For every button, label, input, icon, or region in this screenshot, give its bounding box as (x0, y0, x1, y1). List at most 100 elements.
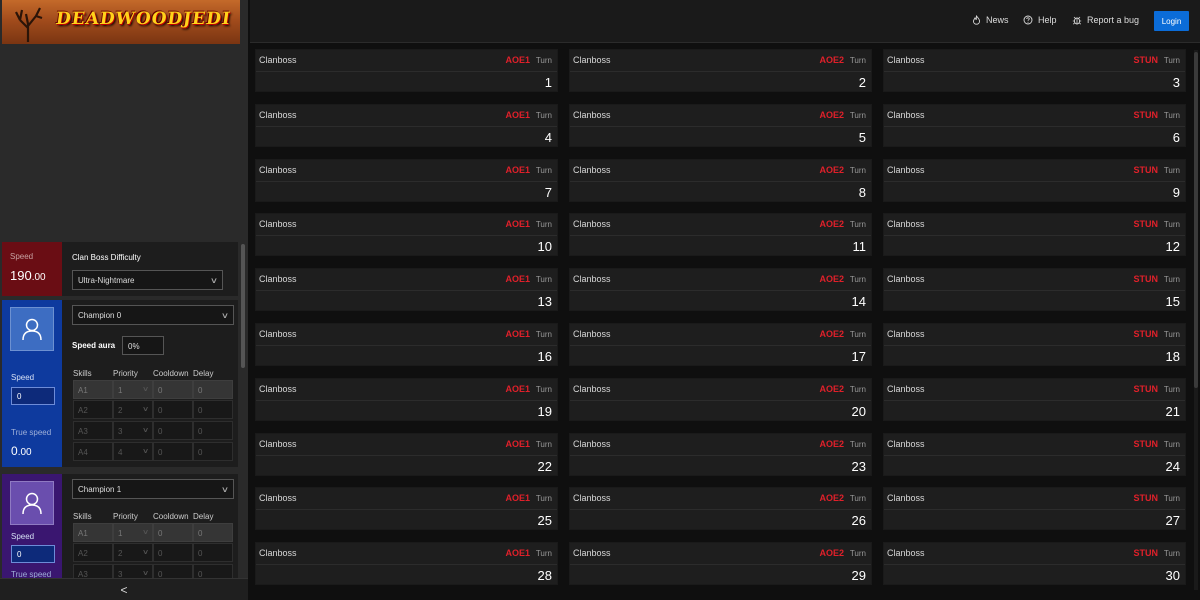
turn-skill-label: STUN (1133, 110, 1159, 120)
turn-number: 9 (1172, 185, 1180, 200)
priority-select[interactable]: 2 ∨ (113, 400, 153, 419)
priority-select[interactable]: 1 ∨ (113, 380, 153, 399)
turn-boss-name: Clanboss (573, 55, 611, 65)
true-speed-label: True speed (11, 570, 52, 578)
champion-speed-input[interactable]: 0 (11, 545, 55, 563)
champion-select[interactable]: Champion 1 ∨ (72, 479, 234, 499)
user-icon[interactable] (10, 307, 54, 351)
turn-card: Clanboss STUN Turn 30 (883, 542, 1186, 585)
chevron-down-icon: ∨ (220, 484, 230, 494)
turn-number: 27 (1165, 513, 1180, 528)
turn-label: Turn (535, 111, 552, 120)
turn-card-divider (256, 290, 557, 291)
cooldown-input[interactable]: 0 (153, 543, 193, 562)
turn-card-divider (570, 455, 871, 456)
logo-banner[interactable]: DEADWOODJEDI (2, 0, 240, 44)
turn-boss-name: Clanboss (259, 439, 297, 449)
priority-value: 1 (118, 386, 123, 395)
turn-label: Turn (535, 166, 552, 175)
turn-number: 13 (537, 294, 552, 309)
cooldown-input[interactable]: 0 (153, 400, 193, 419)
turn-card-divider (884, 564, 1185, 565)
champion-select[interactable]: Champion 0 ∨ (72, 305, 234, 325)
nav-news-link[interactable]: News (972, 15, 1009, 25)
turn-card: Clanboss AOE2 Turn 23 (569, 433, 872, 476)
turn-skill-label: AOE2 (819, 55, 844, 65)
chevron-down-icon: ∨ (209, 275, 219, 285)
turn-number: 26 (851, 513, 866, 528)
difficulty-select[interactable]: Ultra-Nightmare ∨ (72, 270, 223, 290)
turn-skill-label: AOE2 (819, 439, 844, 449)
turn-skill-label: AOE1 (505, 493, 530, 503)
turn-boss-name: Clanboss (259, 274, 297, 284)
turn-number: 4 (544, 130, 552, 145)
turn-skill-label: STUN (1133, 329, 1159, 339)
turn-skill-label: STUN (1133, 439, 1159, 449)
turn-boss-name: Clanboss (887, 548, 925, 558)
chevron-down-icon: ∨ (141, 549, 150, 556)
clan-boss-panel: Speed 190.00 Clan Boss Difficulty Ultra-… (2, 242, 238, 296)
turn-card: Clanboss STUN Turn 6 (883, 104, 1186, 147)
turn-skill-label: STUN (1133, 384, 1159, 394)
cooldown-input[interactable]: 0 (153, 442, 193, 461)
priority-select[interactable]: 2 ∨ (113, 543, 153, 562)
user-icon[interactable] (10, 481, 54, 525)
turn-label: Turn (1163, 111, 1180, 120)
priority-select[interactable]: 3 ∨ (113, 564, 153, 578)
sidebar-scrollbar[interactable] (240, 42, 246, 577)
turn-number: 29 (851, 568, 866, 583)
turn-label: Turn (535, 330, 552, 339)
turn-boss-name: Clanboss (573, 110, 611, 120)
delay-input[interactable]: 0 (193, 380, 233, 399)
turn-skill-label: AOE2 (819, 165, 844, 175)
boss-speed-label: Speed (10, 252, 34, 261)
delay-header: Delay (193, 369, 214, 378)
priority-select[interactable]: 1 ∨ (113, 523, 153, 542)
cooldown-input[interactable]: 0 (153, 564, 193, 578)
turn-card: Clanboss STUN Turn 24 (883, 433, 1186, 476)
cooldown-input[interactable]: 0 (153, 523, 193, 542)
turn-boss-name: Clanboss (573, 274, 611, 284)
difficulty-label: Clan Boss Difficulty (72, 253, 141, 262)
priority-value: 2 (118, 406, 123, 415)
priority-select[interactable]: 4 ∨ (113, 442, 153, 461)
turn-skill-label: AOE1 (505, 55, 530, 65)
turn-skill-label: AOE1 (505, 548, 530, 558)
delay-input[interactable]: 0 (193, 400, 233, 419)
main-scrollbar[interactable] (1194, 50, 1198, 590)
turn-card: Clanboss AOE1 Turn 22 (255, 433, 558, 476)
speed-aura-input[interactable]: 0% (122, 336, 164, 355)
delay-input[interactable]: 0 (193, 543, 233, 562)
sidebar-collapse-button[interactable]: < (0, 578, 248, 600)
delay-input[interactable]: 0 (193, 523, 233, 542)
champion-speed-input[interactable]: 0 (11, 387, 55, 405)
turns-grid: Clanboss AOE1 Turn 1 Clanboss AOE1 Turn 4 Clanbo… (250, 44, 1200, 600)
delay-input[interactable]: 0 (193, 564, 233, 578)
cooldown-input[interactable]: 0 (153, 380, 193, 399)
turn-card: Clanboss AOE2 Turn 11 (569, 213, 872, 256)
turn-label: Turn (849, 220, 866, 229)
delay-input[interactable]: 0 (193, 442, 233, 461)
nav-help-link[interactable]: Help (1023, 15, 1057, 25)
turn-label: Turn (849, 494, 866, 503)
turn-boss-name: Clanboss (259, 55, 297, 65)
nav-report-bug-link[interactable]: Report a bug (1072, 15, 1139, 25)
sidebar-scroll-thumb[interactable] (241, 244, 245, 368)
app-root: DEADWOODJEDI Speed 190.00 Clan Boss Diff… (0, 0, 1200, 600)
turn-number: 18 (1165, 349, 1180, 364)
priority-select[interactable]: 3 ∨ (113, 421, 153, 440)
turn-card-divider (256, 455, 557, 456)
turn-label: Turn (535, 385, 552, 394)
turn-number: 10 (537, 239, 552, 254)
main-scroll-thumb[interactable] (1194, 52, 1198, 388)
turn-number: 30 (1165, 568, 1180, 583)
login-button[interactable]: Login (1154, 11, 1189, 31)
turn-number: 24 (1165, 459, 1180, 474)
turn-boss-name: Clanboss (887, 219, 925, 229)
delay-input[interactable]: 0 (193, 421, 233, 440)
turn-number: 3 (1172, 75, 1180, 90)
cooldown-input[interactable]: 0 (153, 421, 193, 440)
priority-value: 3 (118, 427, 123, 436)
champion-name: Champion 1 (78, 484, 122, 494)
turn-skill-label: AOE1 (505, 219, 530, 229)
